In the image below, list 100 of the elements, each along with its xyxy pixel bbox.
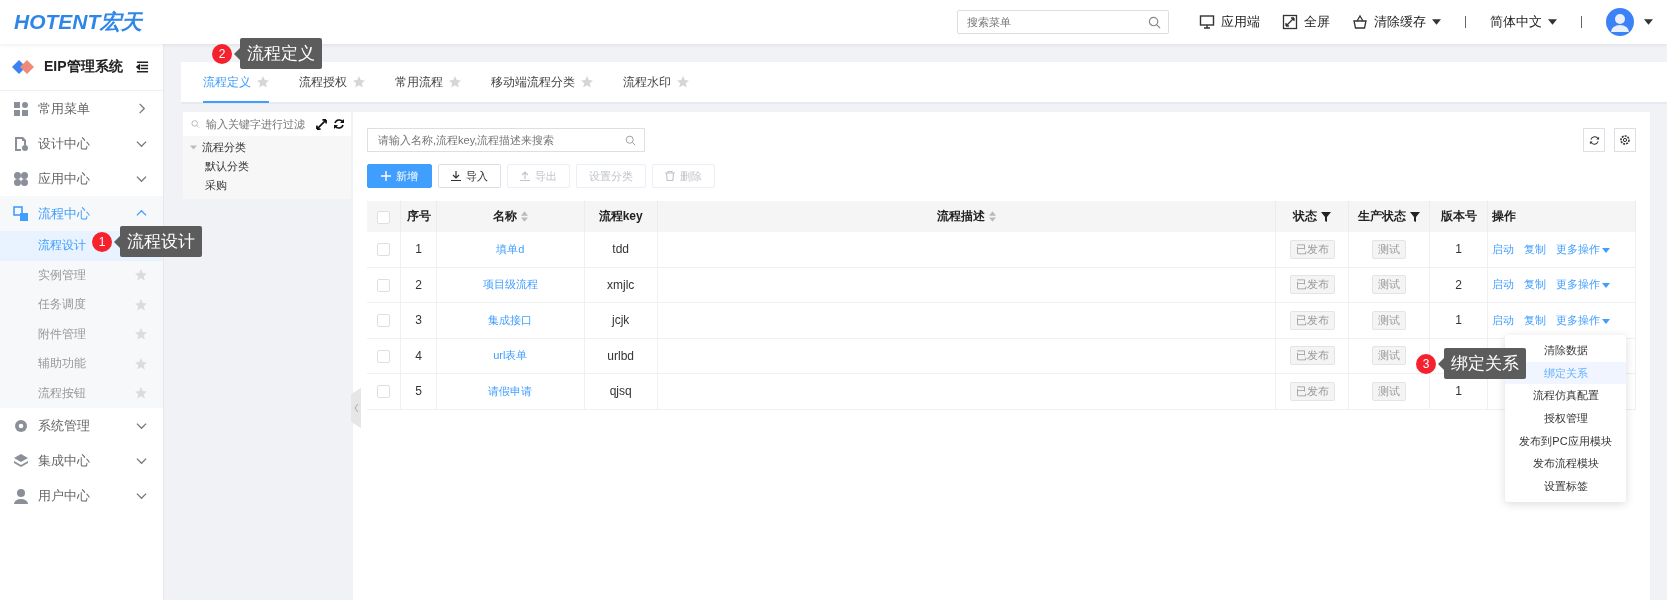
gear-icon <box>13 417 29 434</box>
sidebar-menu-item[interactable]: 常用菜单 <box>0 91 163 126</box>
table-cell: 2 <box>415 277 422 292</box>
star-icon[interactable] <box>353 76 365 88</box>
row-action-link[interactable]: 启动 <box>1492 312 1515 328</box>
production-status-tag: 测试 <box>1371 275 1406 295</box>
user-icon <box>13 487 29 504</box>
production-status-tag: 测试 <box>1371 381 1406 401</box>
process-name-link[interactable]: url表单 <box>493 349 528 362</box>
column-header: 流程key <box>598 208 643 225</box>
refresh-icon[interactable] <box>333 118 345 130</box>
tree-node[interactable]: 采购 <box>183 176 351 195</box>
sort-icon[interactable] <box>989 211 997 222</box>
sidebar-menu-item[interactable]: 流程中心 <box>0 196 163 231</box>
grid-icon <box>13 100 29 117</box>
toolbar-button[interactable]: 导入 <box>438 164 501 188</box>
process-name-link[interactable]: 项目级流程 <box>482 278 538 291</box>
row-action-link[interactable]: 复制 <box>1524 241 1547 257</box>
menu-item[interactable]: 流程仿真配置 <box>1505 384 1626 408</box>
settings-button[interactable] <box>1614 128 1636 152</box>
row-action-link[interactable]: 复制 <box>1524 277 1547 293</box>
language-select[interactable]: 简体中文 <box>1484 13 1563 31</box>
tooltip-pointer-icon <box>1438 357 1444 370</box>
page-tab[interactable]: 常用流程 <box>395 63 461 103</box>
row-action-link[interactable]: 更多操作 <box>1556 312 1611 328</box>
filter-icon[interactable] <box>1409 211 1420 222</box>
tree-node[interactable]: 默认分类 <box>183 157 351 176</box>
sidebar-menu-item[interactable]: 应用中心 <box>0 161 163 196</box>
refresh-button[interactable] <box>1583 128 1605 152</box>
step-number-badge: 2 <box>212 43 232 64</box>
plus-icon <box>381 171 391 181</box>
column-header: 操作 <box>1492 208 1517 225</box>
toolbar-button[interactable]: 新增 <box>367 164 432 188</box>
process-name-link[interactable]: 请假申请 <box>488 384 533 397</box>
production-status-tag: 测试 <box>1371 310 1406 330</box>
header-action[interactable]: 全屏 <box>1276 13 1336 31</box>
star-icon[interactable] <box>135 269 147 282</box>
sidebar-submenu-item[interactable]: 实例管理 <box>0 260 163 290</box>
caret-icon <box>190 145 197 150</box>
header-action[interactable]: 清除缓存 <box>1346 13 1447 31</box>
table-cell: jcjk <box>612 313 630 328</box>
table-cell: tdd <box>612 242 630 257</box>
sidebar-menu-item[interactable]: 集成中心 <box>0 443 163 478</box>
page-tab[interactable]: 流程水印 <box>623 63 689 103</box>
star-icon[interactable] <box>135 357 147 370</box>
search-field[interactable]: 请输入名称,流程key,流程描述来搜索 <box>367 128 645 152</box>
row-checkbox[interactable] <box>377 349 391 363</box>
sidebar-submenu-item[interactable]: 附件管理 <box>0 319 163 349</box>
sidebar-submenu-item[interactable]: 流程按钮 <box>0 378 163 408</box>
sort-icon[interactable] <box>520 211 528 222</box>
page-tab[interactable]: 移动端流程分类 <box>491 63 593 103</box>
process-name-link[interactable]: 填单d <box>496 242 525 255</box>
table-cell: 1 <box>1455 242 1462 257</box>
collapse-handle-icon[interactable] <box>351 388 361 428</box>
refresh-icon <box>1588 134 1600 146</box>
search-icon <box>625 135 636 146</box>
tree-node[interactable]: 流程分类 <box>183 138 351 157</box>
menu-fold-icon[interactable] <box>136 61 149 73</box>
header-action[interactable]: 应用端 <box>1193 13 1266 31</box>
status-tag: 已发布 <box>1289 275 1335 295</box>
fullscreen-icon <box>1282 14 1298 30</box>
sidebar-submenu-item[interactable]: 任务调度 <box>0 290 163 320</box>
apps-icon <box>13 170 29 187</box>
sidebar-menu-item[interactable]: 用户中心 <box>0 478 163 513</box>
row-checkbox[interactable] <box>377 314 391 328</box>
star-icon[interactable] <box>449 76 461 88</box>
table-cell: qjsq <box>609 384 632 399</box>
menu-item[interactable]: 授权管理 <box>1505 407 1626 430</box>
filter-icon[interactable] <box>1321 211 1332 222</box>
sidebar-submenu-item[interactable]: 辅助功能 <box>0 349 163 379</box>
star-icon[interactable] <box>257 76 269 88</box>
star-icon[interactable] <box>677 76 689 88</box>
expand-arrows-icon[interactable] <box>316 118 327 130</box>
row-action-link[interactable]: 启动 <box>1492 277 1515 293</box>
star-icon[interactable] <box>135 387 147 400</box>
sidebar-menu-item[interactable]: 设计中心 <box>0 126 163 161</box>
process-name-link[interactable]: 集成接口 <box>488 313 533 326</box>
callout-tooltip: 流程设计 <box>114 226 202 257</box>
column-header: 状态 <box>1293 208 1318 225</box>
row-action-link[interactable]: 复制 <box>1524 312 1547 328</box>
caret-icon[interactable] <box>1644 19 1653 25</box>
table-cell: 1 <box>415 242 422 257</box>
row-checkbox[interactable] <box>377 243 391 257</box>
star-icon[interactable] <box>135 328 147 341</box>
row-action-link[interactable]: 更多操作 <box>1556 277 1611 293</box>
row-action-link[interactable]: 启动 <box>1492 241 1515 257</box>
avatar-icon[interactable] <box>1606 8 1634 36</box>
menu-item[interactable]: 发布流程模块 <box>1505 452 1626 476</box>
row-checkbox[interactable] <box>377 385 391 399</box>
diamond-logo-icon <box>12 60 34 74</box>
menu-search-field[interactable]: 搜索菜单 <box>957 10 1169 34</box>
row-checkbox[interactable] <box>377 278 391 292</box>
star-icon[interactable] <box>581 76 593 88</box>
status-tag: 已发布 <box>1289 310 1335 330</box>
sidebar-menu-item[interactable]: 系统管理 <box>0 408 163 443</box>
menu-item[interactable]: 发布到PC应用模块 <box>1505 429 1626 453</box>
row-action-link[interactable]: 更多操作 <box>1556 241 1611 257</box>
star-icon[interactable] <box>135 298 147 311</box>
select-all-checkbox[interactable] <box>377 210 391 224</box>
menu-item[interactable]: 设置标签 <box>1505 475 1626 498</box>
